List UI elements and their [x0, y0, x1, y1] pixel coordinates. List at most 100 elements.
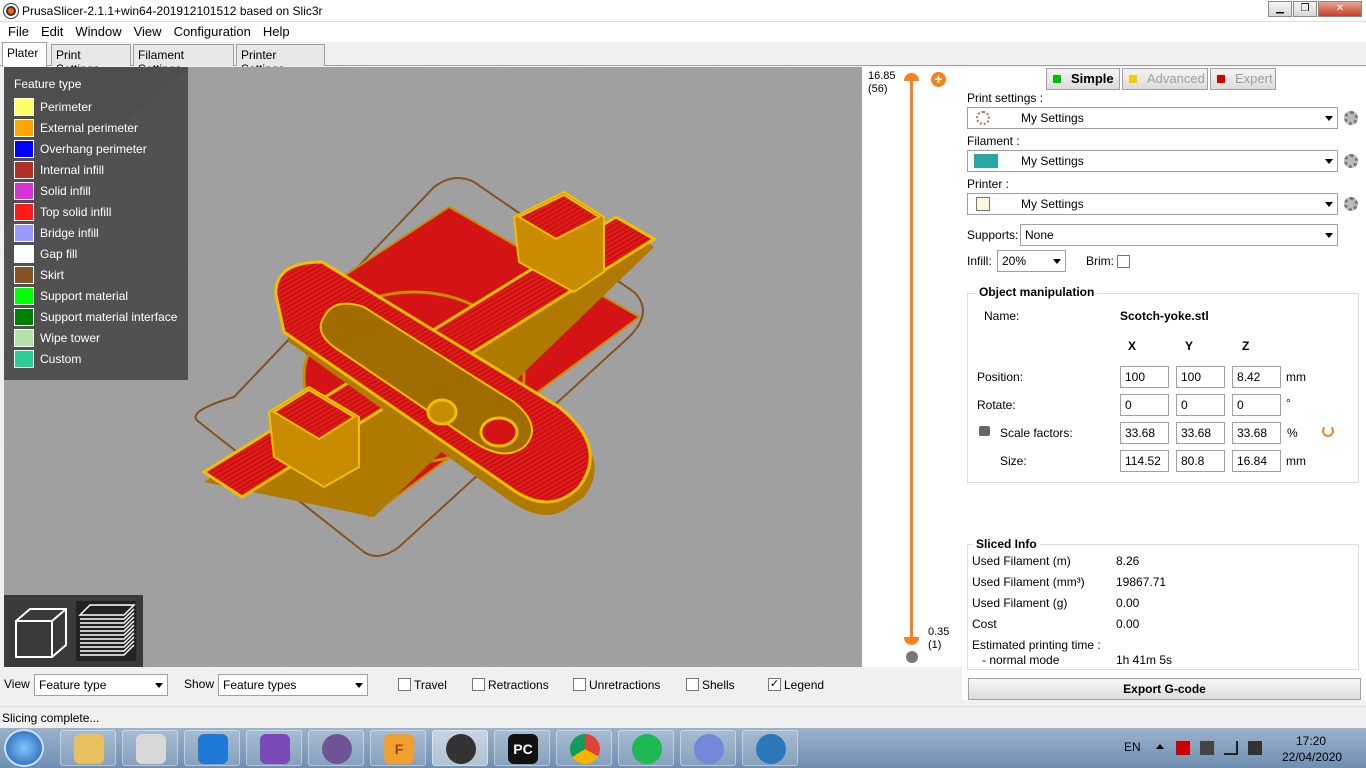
export-gcode-button[interactable]: Export G-code [968, 678, 1361, 700]
taskbar-explorer[interactable] [60, 730, 116, 766]
gear-icon[interactable] [1344, 111, 1358, 125]
taskbar-vscode[interactable] [184, 730, 240, 766]
taskbar-visual-studio[interactable] [246, 730, 302, 766]
menu-help[interactable]: Help [257, 22, 296, 42]
printer-combo[interactable]: My Settings [967, 193, 1338, 215]
position-z-field[interactable]: 8.42 [1232, 366, 1281, 388]
start-button[interactable] [4, 729, 44, 767]
position-y-field[interactable]: 100 [1176, 366, 1225, 388]
volume-icon[interactable] [1248, 741, 1262, 755]
scale-y-field[interactable]: 33.68 [1176, 422, 1225, 444]
show-features-combo[interactable]: Feature types [218, 674, 368, 696]
scale-x-field[interactable]: 33.68 [1120, 422, 1169, 444]
legend-swatch [14, 349, 34, 368]
object-manipulation-title: Object manipulation [976, 285, 1098, 299]
size-unit: mm [1286, 454, 1306, 468]
folder-icon [74, 734, 104, 764]
size-y-field[interactable]: 80.8 [1176, 450, 1225, 472]
bottom-layer-height: 0.35 [928, 626, 950, 638]
rotate-x-field[interactable]: 0 [1120, 394, 1169, 416]
rotate-y-field[interactable]: 0 [1176, 394, 1225, 416]
position-x-field[interactable]: 100 [1120, 366, 1169, 388]
print-settings-combo[interactable]: My Settings [967, 107, 1338, 129]
discord-icon [694, 734, 724, 764]
upper-thumb[interactable] [904, 73, 919, 81]
3d-view-icon[interactable] [10, 601, 70, 661]
gear-icon[interactable] [1344, 197, 1358, 211]
axis-z-header: Z [1242, 339, 1250, 353]
taskbar-fusion-360[interactable]: F [370, 730, 426, 766]
scale-z-field[interactable]: 33.68 [1232, 422, 1281, 444]
taskbar-github-desktop[interactable] [308, 730, 364, 766]
legend-item: Wipe tower [14, 328, 100, 347]
menu-view[interactable]: View [128, 22, 168, 42]
sliced-row-value: 0.00 [1116, 596, 1140, 610]
clock-time[interactable]: 17:20 [1296, 734, 1326, 748]
preview-layers-icon[interactable] [76, 601, 136, 661]
prusaslicer-app-icon [4, 4, 18, 18]
minimize-button[interactable]: ▁ [1268, 1, 1292, 17]
mode-simple-button[interactable]: Simple [1046, 68, 1120, 90]
legend-checkbox[interactable]: ✓ [768, 678, 781, 691]
chevron-down-icon [1325, 159, 1333, 164]
legend-title: Feature type [14, 77, 82, 91]
menu-configuration[interactable]: Configuration [168, 22, 257, 42]
layer-slider[interactable]: 16.85 (56) + 0.35 (1) [862, 67, 962, 667]
mode-advanced-button[interactable]: Advanced [1122, 68, 1208, 90]
crank-pin [479, 416, 519, 448]
tab-printer-settings[interactable]: Printer Settings [236, 44, 325, 76]
brim-checkbox[interactable] [1117, 255, 1130, 268]
infill-combo[interactable]: 20% [997, 250, 1066, 272]
shells-checkbox[interactable] [686, 678, 699, 691]
network-icon[interactable] [1224, 741, 1238, 755]
size-z-field[interactable]: 16.84 [1232, 450, 1281, 472]
one-layer-lock-icon[interactable] [906, 651, 918, 663]
menu-edit[interactable]: Edit [35, 22, 69, 42]
object-name-value: Scotch-yoke.stl [1120, 309, 1209, 323]
tab-filament-settings[interactable]: Filament Settings [133, 44, 234, 76]
filament-combo[interactable]: My Settings [967, 150, 1338, 172]
device-tray-icon[interactable] [1200, 741, 1214, 755]
mode-expert-button[interactable]: Expert [1210, 68, 1276, 90]
gear-icon[interactable] [1344, 154, 1358, 168]
retractions-checkbox[interactable] [472, 678, 485, 691]
view-type-combo[interactable]: Feature type [34, 674, 168, 696]
rotate-z-field[interactable]: 0 [1232, 394, 1281, 416]
spotify-icon [632, 734, 662, 764]
menu-file[interactable]: File [2, 22, 35, 42]
clock-date[interactable]: 22/04/2020 [1282, 750, 1342, 764]
acrobat-tray-icon[interactable] [1176, 741, 1190, 755]
menu-window[interactable]: Window [69, 22, 127, 42]
maximize-button[interactable]: ❐ [1293, 1, 1317, 17]
add-color-change-icon[interactable]: + [931, 72, 946, 87]
taskbar-pycharm[interactable]: PC [494, 730, 550, 766]
size-x-field[interactable]: 114.52 [1120, 450, 1169, 472]
printer-value: My Settings [1021, 197, 1084, 211]
language-indicator[interactable]: EN [1124, 740, 1141, 754]
sliced-row-label: Cost [972, 617, 997, 631]
taskbar-prusaslicer[interactable] [432, 730, 488, 766]
tab-print-settings[interactable]: Print Settings [51, 44, 131, 76]
bottom-layer-number: (1) [928, 639, 942, 651]
slider-track[interactable] [910, 77, 913, 642]
legend-label: Perimeter [40, 99, 93, 114]
taskbar-chrome[interactable] [556, 730, 612, 766]
lock-icon[interactable] [979, 426, 990, 436]
supports-combo[interactable]: None [1020, 224, 1338, 246]
taskbar-calculator[interactable] [122, 730, 178, 766]
lower-thumb[interactable] [904, 637, 919, 645]
legend-item: Gap fill [14, 244, 77, 263]
legend-item: External perimeter [14, 118, 138, 137]
tab-plater[interactable]: Plater [2, 42, 47, 67]
legend-item: Support material interface [14, 307, 177, 326]
travel-checkbox[interactable] [398, 678, 411, 691]
tray-expand-icon[interactable] [1156, 744, 1164, 749]
reset-scale-icon[interactable] [1322, 425, 1334, 437]
taskbar-discord[interactable] [680, 730, 736, 766]
legend-label: Support material interface [40, 309, 178, 324]
travel-label: Travel [414, 678, 447, 692]
taskbar-spotify[interactable] [618, 730, 674, 766]
unretractions-checkbox[interactable] [573, 678, 586, 691]
close-button[interactable]: ✕ [1318, 1, 1362, 17]
taskbar-cura[interactable] [742, 730, 798, 766]
